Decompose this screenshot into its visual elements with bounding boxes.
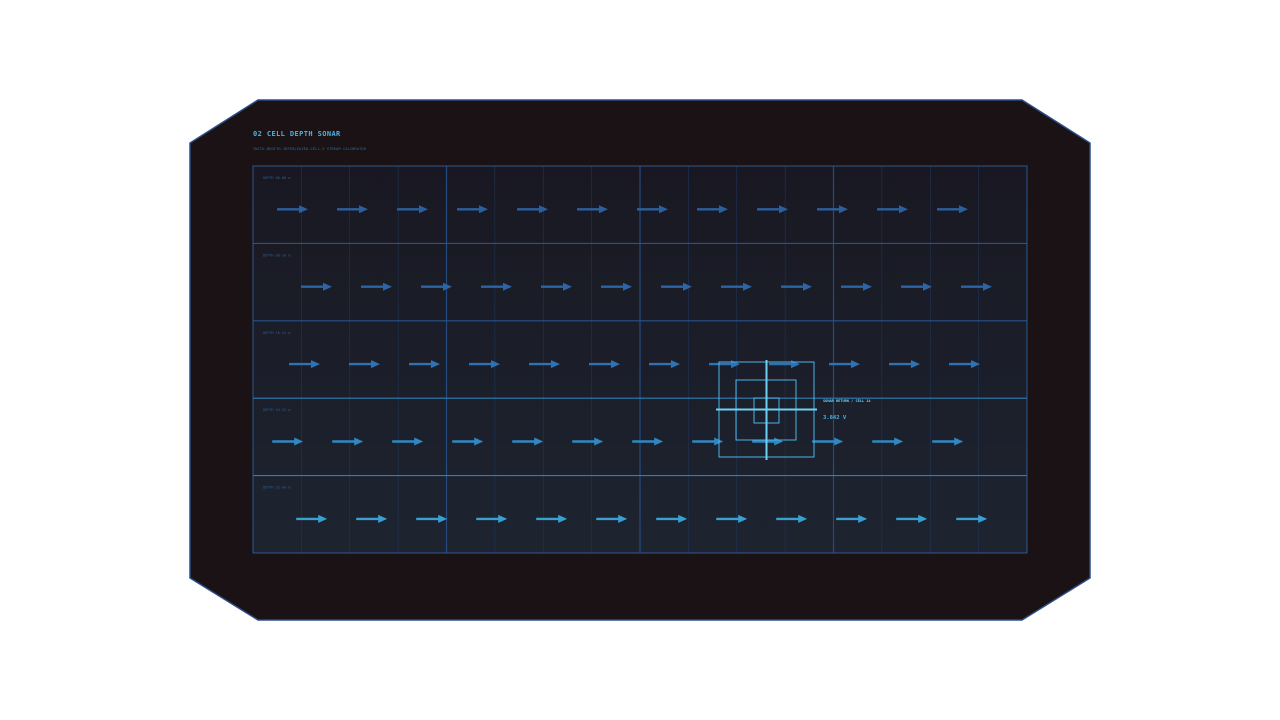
layer-label: DEPTH 32-40 m bbox=[263, 486, 290, 490]
sonar-grid: DEPTH 00-08 m DEPTH 08-16 m DEPTH 16-24 m D… bbox=[252, 165, 1028, 554]
layer-label: DEPTH 08-16 m bbox=[263, 253, 290, 257]
layer-label: DEPTH 00-08 m bbox=[263, 176, 290, 180]
layer-label: DEPTH 16-24 m bbox=[263, 331, 290, 335]
sonar-stage: 02 CELL DEPTH SONAR INCTU-BEDITH-INTERLE… bbox=[189, 99, 1091, 621]
layer-label: DEPTH 24-32 m bbox=[263, 408, 290, 412]
panel-title: 02 CELL DEPTH SONAR bbox=[253, 130, 341, 138]
readout-value: 3.842 V bbox=[823, 415, 847, 421]
readout-title: SONAR RETURN / CELL 14 bbox=[823, 399, 871, 403]
panel-subtitle: INCTU-BEDITH-INTERLEAVED-CELL-5 STREAM C… bbox=[253, 147, 367, 151]
